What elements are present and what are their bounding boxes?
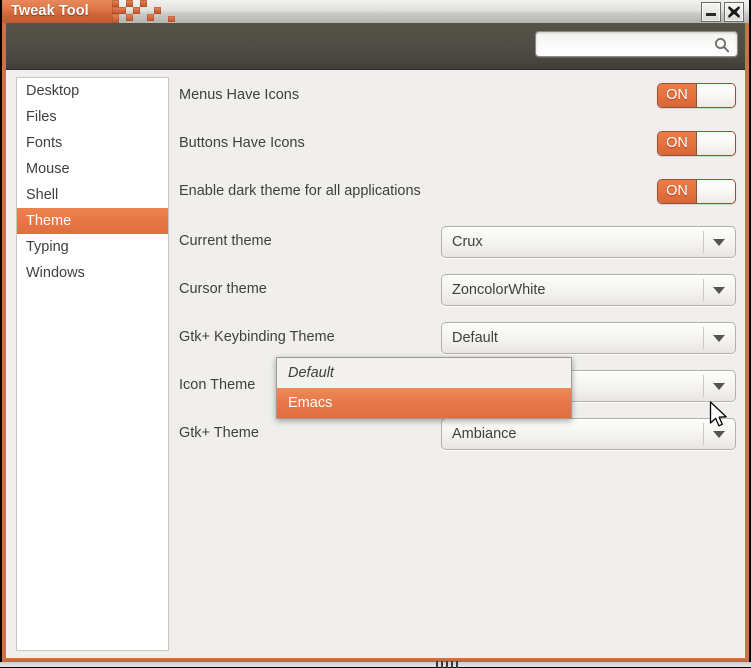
titlebar-pixel-block	[168, 16, 175, 22]
row-menus-have-icons: Menus Have Icons ON	[172, 80, 742, 110]
titlebar-pixel-block	[147, 14, 154, 21]
titlebar-pixel-block	[126, 14, 133, 21]
category-sidebar[interactable]: Desktop Files Fonts Mouse Shell Theme Ty…	[16, 77, 169, 651]
titlebar-pixel-block	[112, 0, 119, 7]
sidebar-item-typing[interactable]: Typing	[17, 234, 168, 260]
toggle-state-label: ON	[658, 132, 697, 155]
sidebar-item-desktop[interactable]: Desktop	[17, 78, 168, 104]
window-controls	[701, 2, 744, 22]
window-title: Tweak Tool	[11, 3, 89, 19]
titlebar-pixel-block	[112, 7, 126, 14]
combo-value: Ambiance	[452, 419, 516, 449]
search-input[interactable]	[543, 32, 707, 58]
search-icon[interactable]	[714, 37, 730, 53]
content-pane: Desktop Files Fonts Mouse Shell Theme Ty…	[6, 70, 745, 658]
minimize-button[interactable]	[701, 2, 721, 22]
window-frame: Tweak Tool	[2, 0, 749, 662]
toggle-menus-have-icons[interactable]: ON	[657, 83, 736, 108]
titlebar-pixel-block	[112, 14, 119, 23]
minimize-icon	[704, 5, 718, 19]
toolbar	[6, 23, 745, 70]
close-icon	[727, 5, 741, 19]
row-label: Menus Have Icons	[179, 80, 299, 110]
sidebar-item-theme[interactable]: Theme	[17, 208, 168, 234]
row-buttons-have-icons: Buttons Have Icons ON	[172, 128, 742, 158]
close-button[interactable]	[724, 2, 744, 22]
chevron-down-icon	[713, 431, 725, 438]
sidebar-item-mouse[interactable]: Mouse	[17, 156, 168, 182]
dropdown-popup-gtk-keybinding-theme[interactable]: Default Emacs	[276, 357, 572, 419]
titlebar[interactable]: Tweak Tool	[2, 0, 749, 23]
row-label: Gtk+ Theme	[179, 418, 259, 448]
search-box[interactable]	[535, 31, 738, 57]
sidebar-item-files[interactable]: Files	[17, 104, 168, 130]
sidebar-item-shell[interactable]: Shell	[17, 182, 168, 208]
sidebar-item-fonts[interactable]: Fonts	[17, 130, 168, 156]
toggle-knob	[697, 132, 735, 155]
titlebar-pixel-block	[133, 7, 140, 14]
titlebar-pixel-block	[140, 0, 147, 7]
titlebar-pixel-block	[154, 7, 161, 14]
toggle-knob	[697, 84, 735, 107]
toggle-state-label: ON	[658, 84, 697, 107]
sidebar-item-windows[interactable]: Windows	[17, 260, 168, 286]
dropdown-option-default[interactable]: Default	[277, 358, 571, 388]
application-window: Tweak Tool	[0, 0, 751, 668]
toggle-buttons-have-icons[interactable]: ON	[657, 131, 736, 156]
dropdown-option-emacs[interactable]: Emacs	[277, 388, 571, 418]
titlebar-pixel-block	[126, 0, 133, 7]
row-label: Buttons Have Icons	[179, 128, 305, 158]
resize-grip[interactable]	[436, 661, 462, 668]
combo-gtk-theme[interactable]: Ambiance	[441, 418, 736, 450]
combo-separator	[703, 423, 704, 445]
